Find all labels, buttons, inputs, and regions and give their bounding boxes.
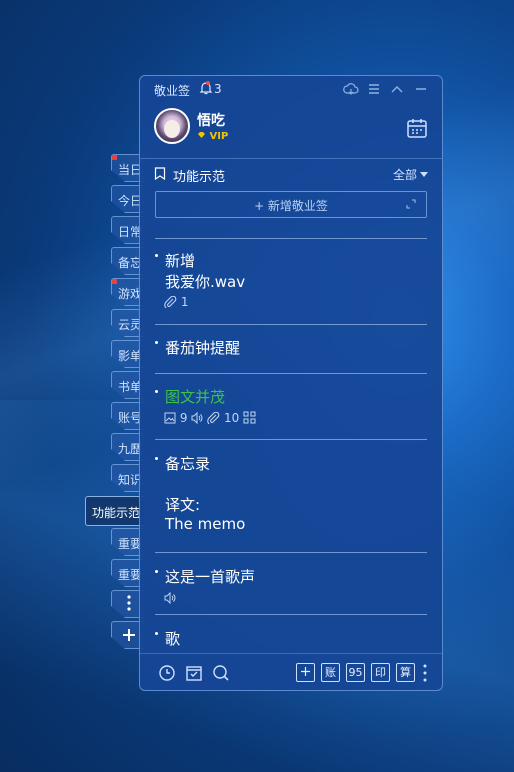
- new-note-button[interactable]: + 新增敬业签: [155, 191, 427, 218]
- titlebar: 敬业签 3: [140, 76, 442, 102]
- note-separator: [155, 614, 427, 615]
- note-separator: [155, 373, 427, 374]
- paperclip-icon: [164, 295, 177, 310]
- checklist-icon[interactable]: [185, 664, 203, 682]
- collapse-icon[interactable]: [389, 81, 405, 97]
- plus-icon: [123, 629, 135, 641]
- note-line: The memo: [165, 515, 246, 533]
- note-line: 备忘录: [165, 455, 211, 473]
- bullet: [155, 632, 158, 635]
- section-header: 功能示范 全部: [154, 164, 428, 185]
- account-button[interactable]: 账: [321, 663, 340, 682]
- note-line: 译文:: [165, 496, 201, 514]
- user-name: 悟吃: [197, 113, 225, 129]
- plus-icon: [301, 667, 310, 676]
- list-item[interactable]: 备忘录 译文: The memo: [155, 453, 427, 553]
- list-item[interactable]: 新增 我爱你.wav 1: [155, 250, 427, 320]
- speaker-icon: [164, 591, 176, 605]
- attachment-count: 1: [180, 295, 189, 309]
- bullet: [155, 341, 158, 344]
- minimize-icon[interactable]: [413, 81, 429, 97]
- cloud-sync-icon[interactable]: [343, 81, 359, 97]
- chevron-down-icon: [420, 172, 428, 177]
- avatar[interactable]: [154, 108, 190, 144]
- bullet: [155, 254, 158, 257]
- print-button[interactable]: 印: [371, 663, 390, 682]
- clock-icon[interactable]: [158, 664, 176, 682]
- new-note-label: + 新增敬业签: [254, 199, 328, 213]
- speaker-icon: [191, 411, 203, 425]
- filter-dropdown[interactable]: 全部: [393, 166, 428, 183]
- calendar-icon[interactable]: [406, 117, 428, 139]
- btn-95[interactable]: 95: [346, 663, 365, 682]
- section-title: 功能示范: [173, 170, 226, 185]
- notification-dot: [206, 81, 210, 85]
- note-separator: [155, 439, 427, 440]
- bullet: [155, 457, 158, 460]
- list-item[interactable]: 这是一首歌声: [155, 566, 427, 606]
- note-meta: 9 10: [164, 411, 256, 426]
- note-line: 新增: [165, 252, 196, 270]
- list-item[interactable]: 番茄钟提醒: [155, 337, 427, 367]
- note-line: 图文并茂: [165, 388, 226, 406]
- note-line: 歌: [165, 630, 181, 648]
- more-vertical-icon: [127, 595, 131, 611]
- filter-label: 全部: [392, 168, 417, 182]
- note-line: 番茄钟提醒: [165, 339, 241, 357]
- vip-badge: VIP: [197, 131, 228, 142]
- image-count: 9: [179, 411, 188, 425]
- note-list: 新增 我爱你.wav 1 番茄钟提醒 图文并茂 9 10 备忘录 译文: The…: [140, 238, 442, 648]
- note-separator: [155, 324, 427, 325]
- diamond-icon: [198, 132, 205, 138]
- note-meta: 1: [164, 295, 189, 310]
- bullet: [155, 390, 158, 393]
- side-tab-gongneng-active[interactable]: 功能示范: [85, 496, 145, 526]
- expand-icon[interactable]: [406, 199, 416, 209]
- bottom-toolbar: 账 95 印 算: [140, 653, 442, 690]
- app-title: 敬业签: [154, 84, 191, 98]
- more-vertical-icon[interactable]: [423, 664, 427, 682]
- menu-icon[interactable]: [366, 81, 382, 97]
- attachment-count: 10: [223, 411, 240, 425]
- image-icon: [164, 412, 176, 424]
- note-line: 这是一首歌声: [165, 568, 256, 586]
- user-profile: 悟吃 VIP: [140, 102, 442, 158]
- note-separator: [155, 552, 427, 553]
- add-button[interactable]: [296, 663, 315, 682]
- search-icon[interactable]: [212, 664, 230, 682]
- calc-button[interactable]: 算: [396, 663, 415, 682]
- bookmark-icon: [154, 167, 166, 180]
- bullet: [155, 570, 158, 573]
- note-panel: 敬业签 3 悟吃 VIP 功能示范 全部 + 新增敬业签 新增 我爱你.wav: [139, 75, 443, 691]
- qrcode-icon: [243, 411, 256, 424]
- notification-count[interactable]: 3: [214, 82, 222, 96]
- list-item[interactable]: 图文并茂 9 10: [155, 386, 427, 436]
- vip-label: VIP: [209, 131, 229, 142]
- divider: [140, 158, 442, 159]
- note-meta: [164, 591, 176, 605]
- list-item[interactable]: 歌: [155, 628, 427, 648]
- paperclip-icon: [207, 411, 220, 426]
- note-line: 我爱你.wav: [165, 273, 246, 291]
